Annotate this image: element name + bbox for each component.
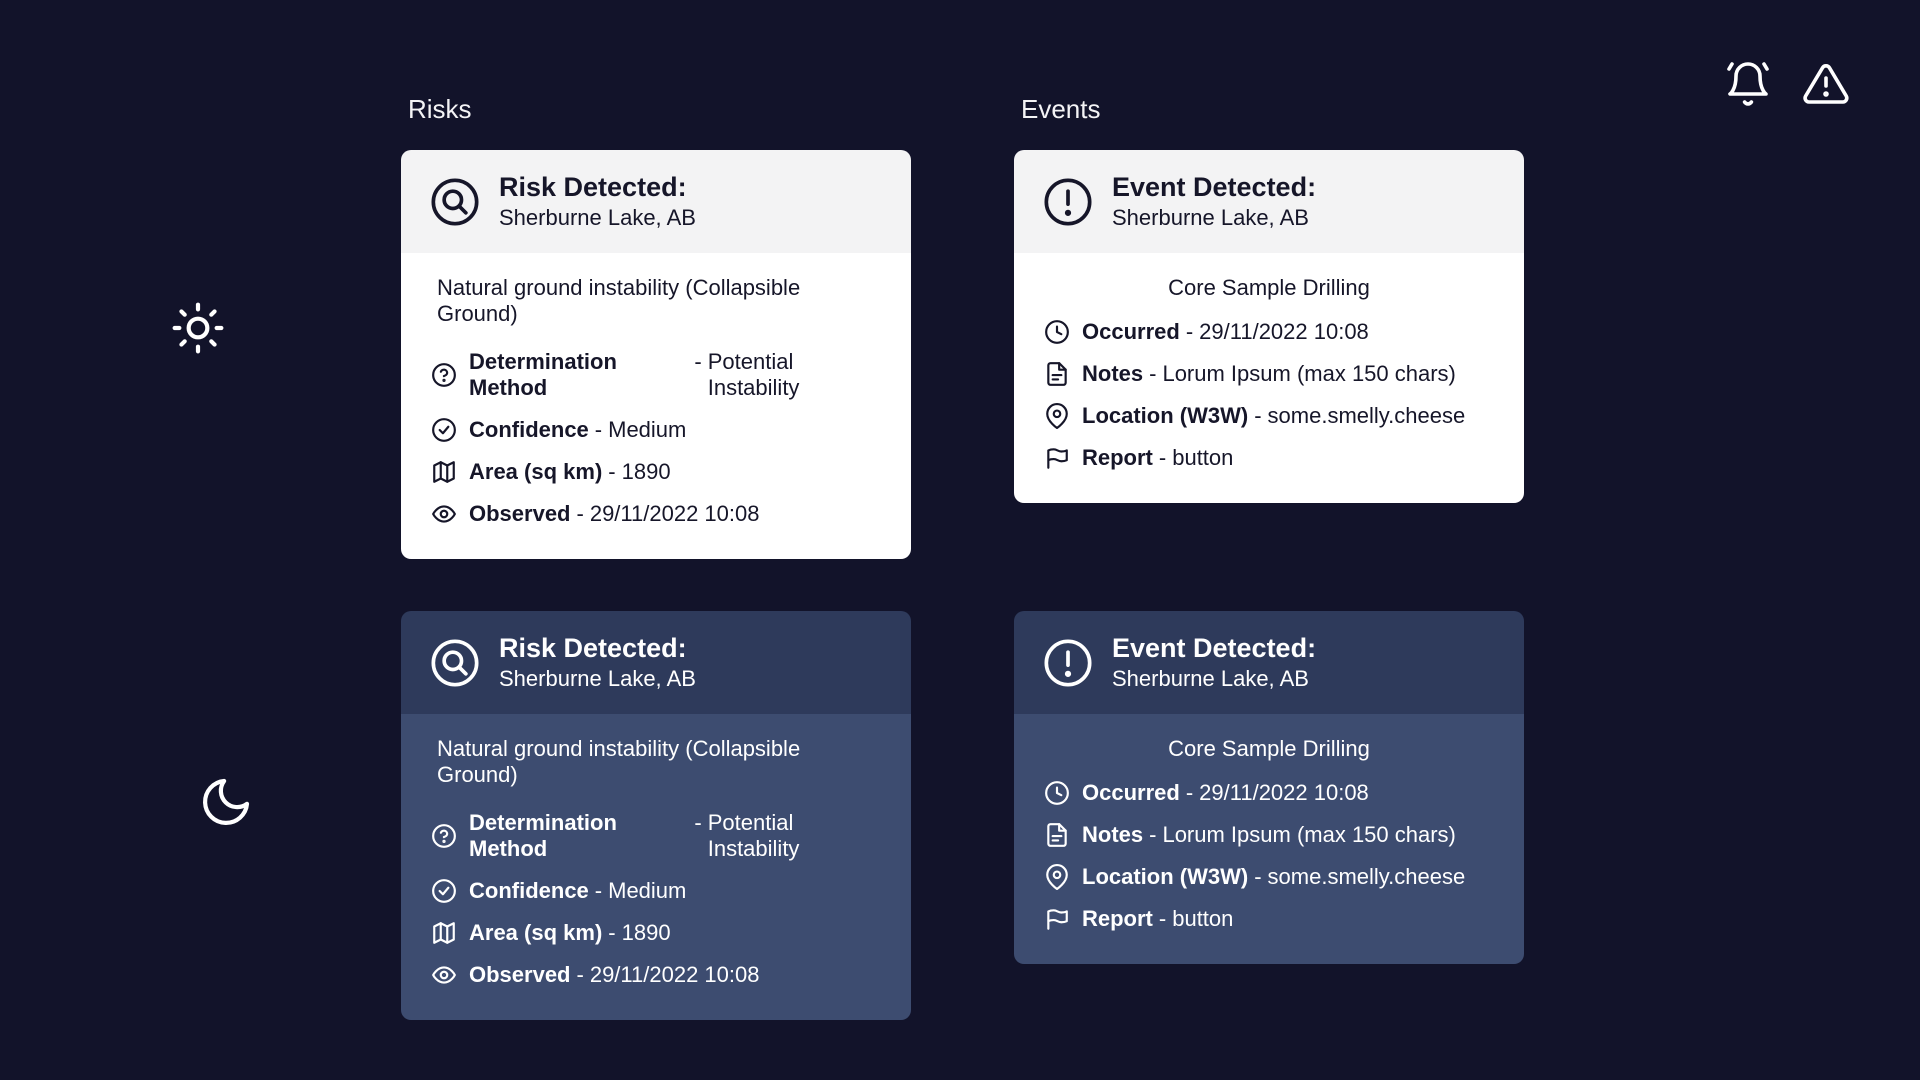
map-pin-icon (1044, 864, 1070, 890)
row-notes: Notes-Lorum Ipsum (max 150 chars) (1044, 361, 1494, 387)
card-title: Event Detected: (1112, 172, 1316, 203)
eye-icon (431, 501, 457, 527)
card-title: Event Detected: (1112, 633, 1316, 664)
alert-circle-icon (1042, 637, 1094, 689)
row-confidence: Confidence-Medium (431, 878, 881, 904)
row-occurred: Occurred-29/11/2022 10:08 (1044, 319, 1494, 345)
card-title: Risk Detected: (499, 172, 696, 203)
row-report[interactable]: Report-button (1044, 445, 1494, 471)
event-description: Core Sample Drilling (1044, 275, 1494, 301)
row-confidence: Confidence-Medium (431, 417, 881, 443)
clock-icon (1044, 780, 1070, 806)
row-observed: Observed-29/11/2022 10:08 (431, 501, 881, 527)
row-notes: Notes-Lorum Ipsum (max 150 chars) (1044, 822, 1494, 848)
card-location: Sherburne Lake, AB (1112, 666, 1316, 692)
card-header: Risk Detected: Sherburne Lake, AB (401, 611, 911, 714)
map-pin-icon (1044, 403, 1070, 429)
risk-description: Natural ground instability (Collapsible … (431, 275, 881, 327)
clock-icon (1044, 319, 1070, 345)
help-circle-icon (431, 823, 457, 849)
bell-icon[interactable] (1724, 60, 1772, 108)
event-card-light: Event Detected: Sherburne Lake, AB Core … (1014, 150, 1524, 503)
card-title: Risk Detected: (499, 633, 696, 664)
row-occurred: Occurred-29/11/2022 10:08 (1044, 780, 1494, 806)
flag-icon (1044, 445, 1070, 471)
risk-description: Natural ground instability (Collapsible … (431, 736, 881, 788)
help-circle-icon (431, 362, 457, 388)
file-icon (1044, 822, 1070, 848)
row-location: Location (W3W)-some.smelly.cheese (1044, 864, 1494, 890)
risk-card-light: Risk Detected: Sherburne Lake, AB Natura… (401, 150, 911, 559)
events-section-label: Events (1021, 94, 1101, 125)
sun-icon (170, 300, 226, 356)
row-area: Area (sq km)-1890 (431, 459, 881, 485)
row-observed: Observed-29/11/2022 10:08 (431, 962, 881, 988)
event-description: Core Sample Drilling (1044, 736, 1494, 762)
card-location: Sherburne Lake, AB (499, 205, 696, 231)
row-area: Area (sq km)-1890 (431, 920, 881, 946)
card-location: Sherburne Lake, AB (1112, 205, 1316, 231)
row-determination: Determination Method-Potential Instabili… (431, 810, 881, 862)
card-header: Event Detected: Sherburne Lake, AB (1014, 150, 1524, 253)
card-header: Event Detected: Sherburne Lake, AB (1014, 611, 1524, 714)
map-icon (431, 920, 457, 946)
file-icon (1044, 361, 1070, 387)
row-location: Location (W3W)-some.smelly.cheese (1044, 403, 1494, 429)
map-icon (431, 459, 457, 485)
eye-icon (431, 962, 457, 988)
check-circle-icon (431, 878, 457, 904)
risk-card-dark: Risk Detected: Sherburne Lake, AB Natura… (401, 611, 911, 1020)
search-icon (429, 637, 481, 689)
check-circle-icon (431, 417, 457, 443)
event-card-dark: Event Detected: Sherburne Lake, AB Core … (1014, 611, 1524, 964)
flag-icon (1044, 906, 1070, 932)
card-header: Risk Detected: Sherburne Lake, AB (401, 150, 911, 253)
moon-icon (198, 774, 254, 830)
row-report[interactable]: Report-button (1044, 906, 1494, 932)
card-location: Sherburne Lake, AB (499, 666, 696, 692)
search-icon (429, 176, 481, 228)
risks-section-label: Risks (408, 94, 472, 125)
alert-circle-icon (1042, 176, 1094, 228)
row-determination: Determination Method-Potential Instabili… (431, 349, 881, 401)
alert-triangle-icon[interactable] (1802, 60, 1850, 108)
